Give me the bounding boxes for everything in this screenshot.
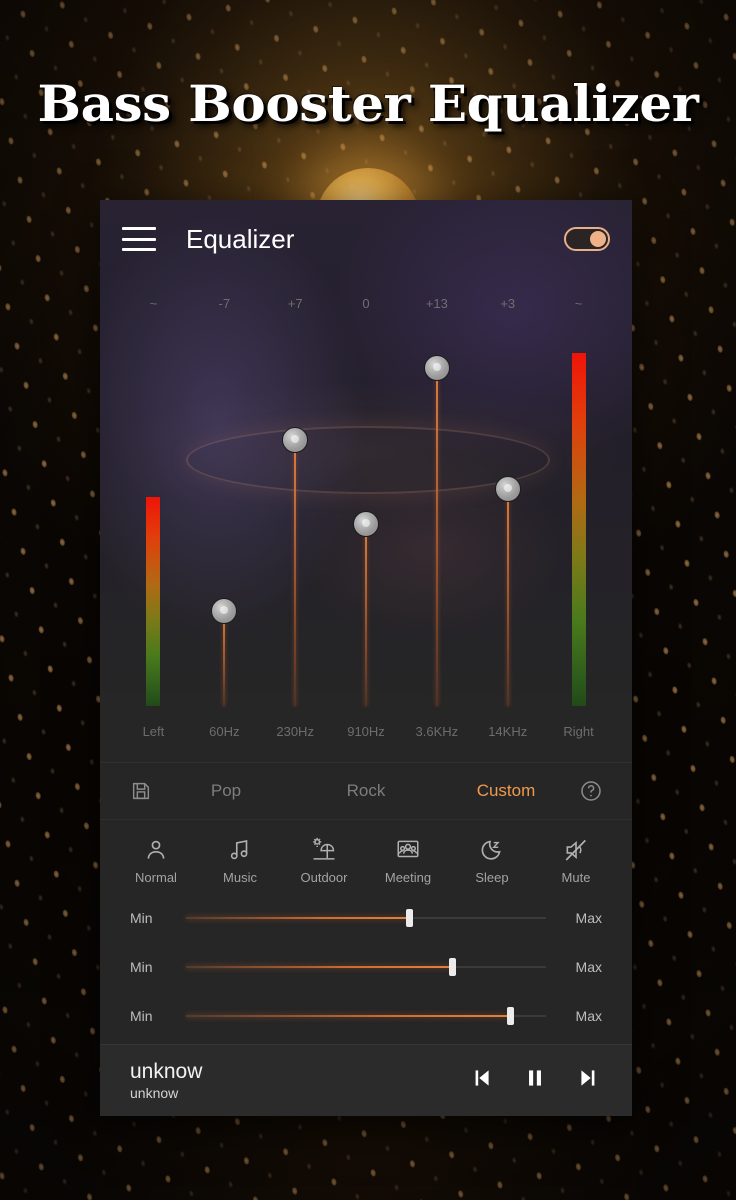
power-toggle[interactable] (564, 227, 610, 251)
equalizer-value-6: ~ (574, 296, 583, 311)
range-slider-row-1: Min Max (100, 898, 632, 938)
equalizer-band-60hz[interactable] (189, 326, 260, 706)
equalizer-values-row: ~ -7 +7 0 +13 +3 ~ (100, 296, 632, 318)
range-thumb[interactable] (507, 1007, 514, 1025)
range-max-label: Max (575, 1008, 602, 1024)
equalizer-value-5: +3 (500, 296, 516, 311)
slider-knob[interactable] (353, 510, 379, 537)
range-min-label: Min (130, 959, 153, 975)
equalizer-band-right (543, 326, 614, 706)
range-max-label: Max (575, 959, 602, 975)
slider-track[interactable] (435, 367, 438, 706)
range-max-label: Max (575, 910, 602, 926)
scene-label: Normal (135, 870, 177, 885)
preset-rock[interactable]: Rock (296, 781, 436, 801)
range-slider-1[interactable] (186, 906, 546, 930)
preset-bar: Pop Rock Custom (100, 762, 632, 820)
previous-button[interactable] (468, 1065, 494, 1096)
equalizer-band-3-6khz[interactable] (401, 326, 472, 706)
scene-music[interactable]: Music (198, 833, 282, 885)
range-slider-row-2: Min Max (100, 947, 632, 987)
slider-track[interactable] (223, 611, 226, 706)
slider-knob[interactable] (282, 427, 309, 453)
equalizer-value-3: 0 (362, 296, 370, 311)
equalizer-sliders (100, 326, 632, 706)
vu-meter-left (146, 497, 161, 706)
equalizer-label-3-6khz: 3.6KHz (415, 724, 459, 739)
slider-knob[interactable] (494, 476, 521, 503)
equalizer-band-14khz[interactable] (472, 326, 543, 706)
app-header: Equalizer (100, 200, 632, 278)
scene-label: Mute (561, 870, 591, 885)
equalizer-band-230hz[interactable] (260, 326, 331, 706)
equalizer-value-2: +7 (287, 296, 303, 311)
scene-label: Outdoor (300, 870, 348, 885)
range-fill (186, 1015, 510, 1017)
scene-label: Sleep (475, 870, 509, 885)
equalizer-band-left (118, 326, 189, 706)
save-floppy-icon[interactable] (126, 780, 156, 802)
beach-umbrella-icon (282, 833, 366, 867)
equalizer-label-230hz: 230Hz (276, 724, 314, 739)
promo-title: Bass Booster Equalizer (37, 74, 699, 133)
scene-mute[interactable]: Mute (534, 833, 618, 885)
range-thumb[interactable] (449, 958, 457, 976)
range-fill (186, 966, 453, 968)
equalizer-value-1: -7 (218, 296, 231, 311)
person-icon (114, 833, 198, 867)
speaker-mute-icon (534, 833, 618, 867)
equalizer-value-4: +13 (425, 296, 448, 311)
equalizer-value-0: ~ (149, 296, 158, 311)
range-slider-2[interactable] (186, 955, 546, 979)
slider-track[interactable] (506, 489, 509, 706)
range-fill (186, 917, 410, 919)
player-controls (468, 1065, 602, 1096)
toggle-knob (590, 231, 606, 247)
equalizer-label-left: Left (142, 724, 165, 739)
range-slider-3[interactable] (186, 1004, 546, 1028)
track-artist: unknow (130, 1084, 179, 1101)
next-button[interactable] (576, 1065, 602, 1096)
equalizer-band-910hz[interactable] (331, 326, 402, 706)
range-thumb[interactable] (406, 909, 414, 927)
scene-label: Meeting (384, 870, 432, 885)
slider-track[interactable] (294, 440, 297, 706)
equalizer-label-14khz: 14KHz (488, 724, 528, 739)
scene-label: Music (223, 870, 257, 885)
equalizer-labels-row: Left 60Hz 230Hz 910Hz 3.6KHz 14KHz Right (100, 724, 632, 748)
help-circle-icon[interactable] (576, 779, 606, 803)
music-note-icon (198, 833, 282, 867)
range-min-label: Min (130, 910, 153, 926)
scene-meeting[interactable]: Meeting (366, 833, 450, 885)
hamburger-menu-icon[interactable] (122, 227, 156, 251)
range-slider-row-3: Min Max (100, 996, 632, 1036)
pause-button[interactable] (522, 1065, 548, 1096)
scene-mode-bar: Normal Music Outdoor Meeting Sleep Mute (100, 820, 632, 898)
scene-normal[interactable]: Normal (114, 833, 198, 885)
player-bar: unknow unknow (100, 1044, 632, 1116)
slider-knob[interactable] (211, 598, 238, 624)
scene-sleep[interactable]: Sleep (450, 833, 534, 885)
range-min-label: Min (130, 1008, 153, 1024)
vu-meter-right (571, 352, 586, 706)
equalizer-label-60hz: 60Hz (209, 724, 240, 739)
app-panel: Equalizer ~ -7 +7 0 +13 +3 ~ Left 60Hz 230Hz 910H… (100, 200, 632, 1116)
preset-custom[interactable]: Custom (436, 781, 576, 801)
moon-sleep-icon (450, 833, 534, 867)
equalizer-label-right: Right (563, 724, 594, 739)
track-meta: unknow unknow (130, 1059, 202, 1103)
preset-pop[interactable]: Pop (156, 781, 296, 801)
slider-knob[interactable] (423, 354, 450, 381)
slider-track[interactable] (365, 523, 367, 706)
equalizer-label-910hz: 910Hz (347, 724, 385, 739)
track-title: unknow (130, 1059, 203, 1083)
meeting-people-icon (366, 833, 450, 867)
page-title: Equalizer (186, 223, 295, 254)
scene-outdoor[interactable]: Outdoor (282, 833, 366, 885)
